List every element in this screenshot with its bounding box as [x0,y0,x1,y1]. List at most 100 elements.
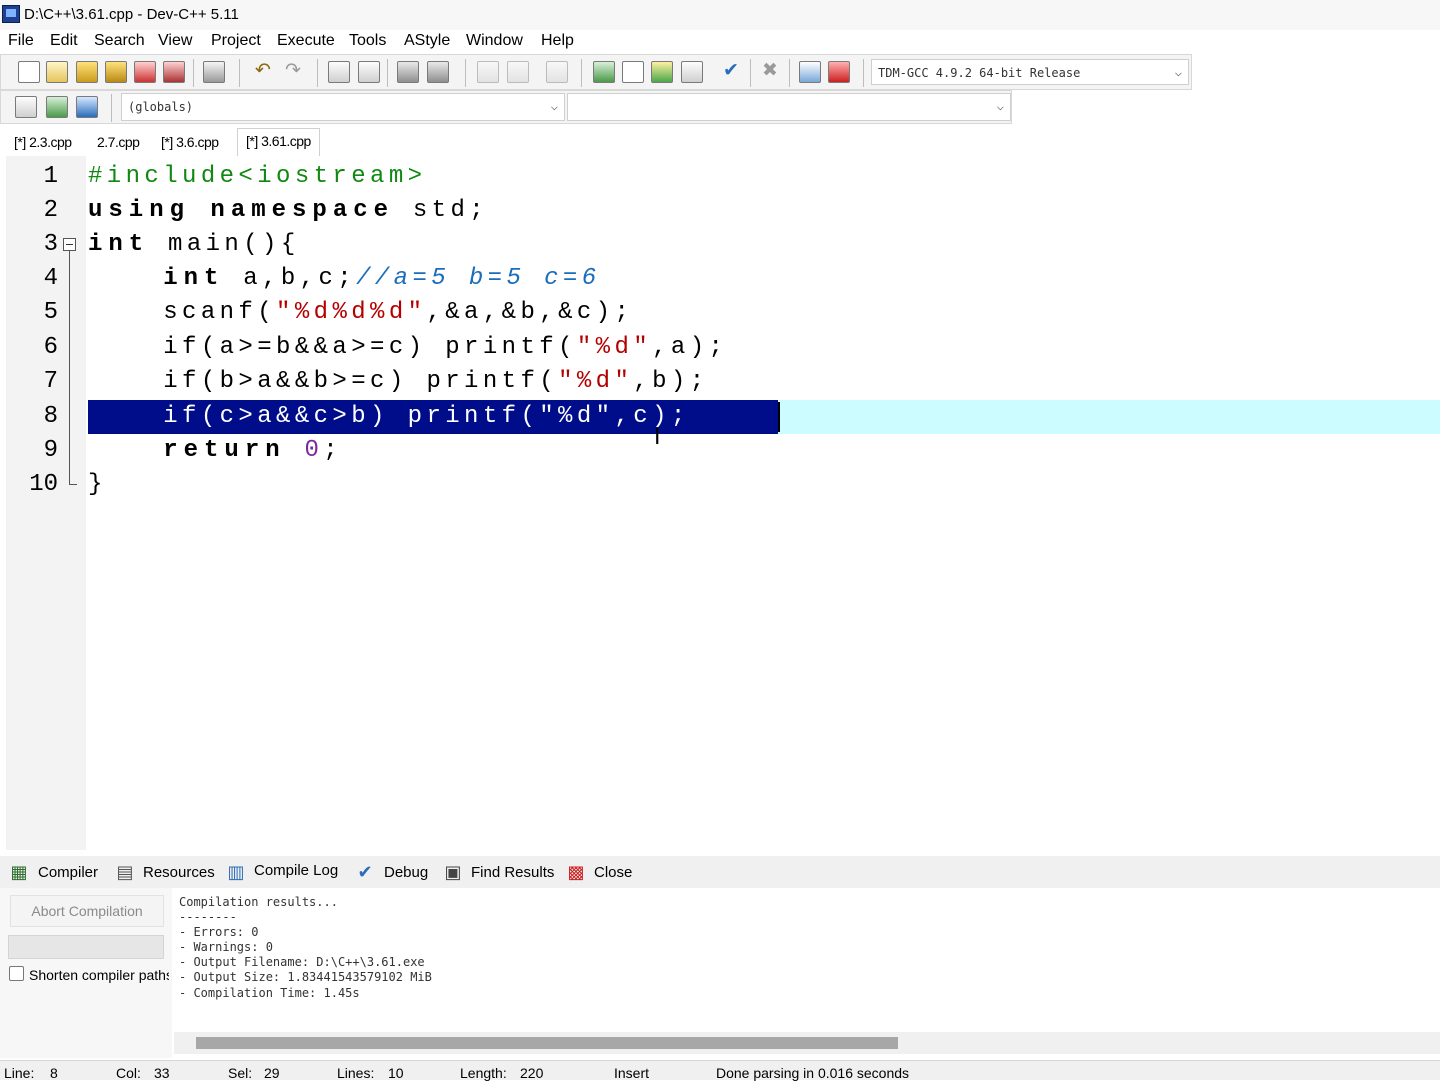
line-number: 5 [43,299,58,326]
menu-project[interactable]: Project [211,32,261,50]
profile-chart-icon[interactable] [799,61,821,83]
status-bar: Line: 8 Col: 33 Sel: 29 Lines: 10 Length… [0,1060,1440,1081]
compile-icon[interactable] [593,61,615,83]
menu-help[interactable]: Help [541,32,574,50]
code-line-2: using namespace std; [88,197,489,224]
menu-tools[interactable]: Tools [349,32,386,50]
new-file-icon[interactable] [18,61,40,83]
menu-file[interactable]: File [8,32,34,50]
print-icon[interactable] [203,61,225,83]
stop-execution-icon[interactable]: ✖ [758,60,782,82]
status-col-value: 33 [154,1065,170,1081]
output-tab-bar: ▦ Compiler ▤ Resources ▥ Compile Log ✔ D… [0,856,1440,888]
goto-line-icon[interactable] [546,61,568,83]
menu-astyle[interactable]: AStyle [404,32,450,50]
status-message: Done parsing in 0.016 seconds [716,1065,910,1081]
find-icon[interactable] [328,61,350,83]
replace-icon[interactable] [358,61,380,83]
abort-compilation-button[interactable]: Abort Compilation [10,895,164,927]
status-lines-value: 10 [388,1065,404,1081]
code-line-9: return 0; [163,437,343,464]
text-caret [778,402,780,432]
shorten-paths-checkbox[interactable] [9,966,24,981]
chevron-down-icon: ⌵ [996,99,1004,113]
shorten-paths-label: Shorten compiler paths [29,967,169,983]
goto-bookmark-icon[interactable] [76,96,98,118]
status-sel-value: 29 [264,1065,280,1081]
line-number: 2 [43,197,58,224]
menu-window[interactable]: Window [466,32,523,50]
scope-select[interactable]: (globals) ⌵ [121,93,565,121]
log-line: - Compilation Time: 1.45s [179,986,360,1000]
rebuild-all-icon[interactable] [681,61,703,83]
tab-2-7-cpp[interactable]: 2.7.cpp [97,134,140,150]
bookmark-prev-icon[interactable] [477,61,499,83]
fold-guide-end [69,484,77,485]
code-line-6: if(a>=b&&a>=c) printf("%d",a); [88,334,728,361]
line-number: 1 [43,163,58,190]
menu-view[interactable]: View [158,32,192,50]
file-tab-bar: [*] 2.3.cpp 2.7.cpp [*] 3.6.cpp [*] 3.61… [0,128,1440,156]
code-line-8: if(c>a&&c>b) printf("%d",c); [88,403,690,430]
menu-execute[interactable]: Execute [277,32,335,50]
chevron-down-icon: ⌵ [550,99,558,113]
save-all-icon[interactable] [105,61,127,83]
status-lines-label: Lines: [337,1065,375,1081]
chevron-down-icon: ⌵ [1174,65,1182,79]
line-number-gutter [6,156,86,850]
line-number: 9 [43,437,58,464]
tab-find-results[interactable]: Find Results [471,864,554,881]
compiler-icon: ▦ [10,862,28,882]
log-line: Compilation results... [179,895,338,909]
run-icon[interactable] [622,61,644,83]
code-line-7: if(b>a&&b>=c) printf("%d",b); [88,368,709,395]
members-select[interactable]: ⌵ [567,93,1011,121]
find-results-icon: ▣ [444,862,462,882]
compile-log-output[interactable]: Compilation results... -------- - Errors… [174,888,1440,1032]
indent-icon[interactable] [397,61,419,83]
code-editor[interactable] [6,156,1440,850]
line-number: 8 [43,403,58,430]
scope-select-value: (globals) [128,100,194,114]
open-file-icon[interactable] [46,61,68,83]
class-toolbar: (globals) ⌵ ⌵ [0,90,1012,124]
bookmark-next-icon[interactable] [507,61,529,83]
insert-icon[interactable] [15,96,37,118]
devcpp-app-icon[interactable] [2,5,20,23]
menu-search[interactable]: Search [94,32,145,50]
close-all-icon[interactable] [163,61,185,83]
delete-profile-icon[interactable] [828,61,850,83]
fold-guide [69,251,70,484]
toggle-bookmark-icon[interactable] [46,96,68,118]
tab-3-61-cpp[interactable]: [*] 3.61.cpp [237,128,320,156]
save-icon[interactable] [76,61,98,83]
tab-close[interactable]: Close [594,864,632,881]
compile-progress-bar [8,935,164,959]
tab-compiler[interactable]: Compiler [38,864,98,881]
resources-icon: ▤ [116,862,134,882]
tab-compile-log[interactable]: Compile Log [254,862,338,879]
tab-resources[interactable]: Resources [143,864,215,881]
menu-edit[interactable]: Edit [50,32,78,50]
redo-icon[interactable]: ↷ [281,60,305,82]
syntax-check-icon[interactable]: ✔ [719,60,743,82]
debug-check-icon: ✔ [357,862,373,882]
compile-run-icon[interactable] [651,61,673,83]
main-toolbar: ↶ ↷ ✔ ✖ TDM-GCC 4.9.2 64-bit Release ⌵ [0,54,1192,90]
status-sel-label: Sel: [228,1065,253,1081]
tab-2-3-cpp[interactable]: [*] 2.3.cpp [14,134,72,150]
menu-bar: File Edit Search View Project Execute To… [0,30,1440,54]
scrollbar-thumb[interactable] [196,1037,898,1049]
code-line-5: scanf("%d%d%d",&a,&b,&c); [88,299,634,326]
compile-log-icon: ▥ [227,862,245,882]
close-file-icon[interactable] [134,61,156,83]
unindent-icon[interactable] [427,61,449,83]
fold-toggle-icon[interactable] [63,238,76,251]
code-line-1: #include<iostream> [88,163,427,190]
undo-icon[interactable]: ↶ [251,60,275,82]
log-line: - Errors: 0 [179,925,259,939]
code-line-10: } [88,471,107,498]
tab-3-6-cpp[interactable]: [*] 3.6.cpp [161,134,219,150]
compiler-select[interactable]: TDM-GCC 4.9.2 64-bit Release ⌵ [871,59,1189,85]
tab-debug[interactable]: Debug [384,864,428,881]
